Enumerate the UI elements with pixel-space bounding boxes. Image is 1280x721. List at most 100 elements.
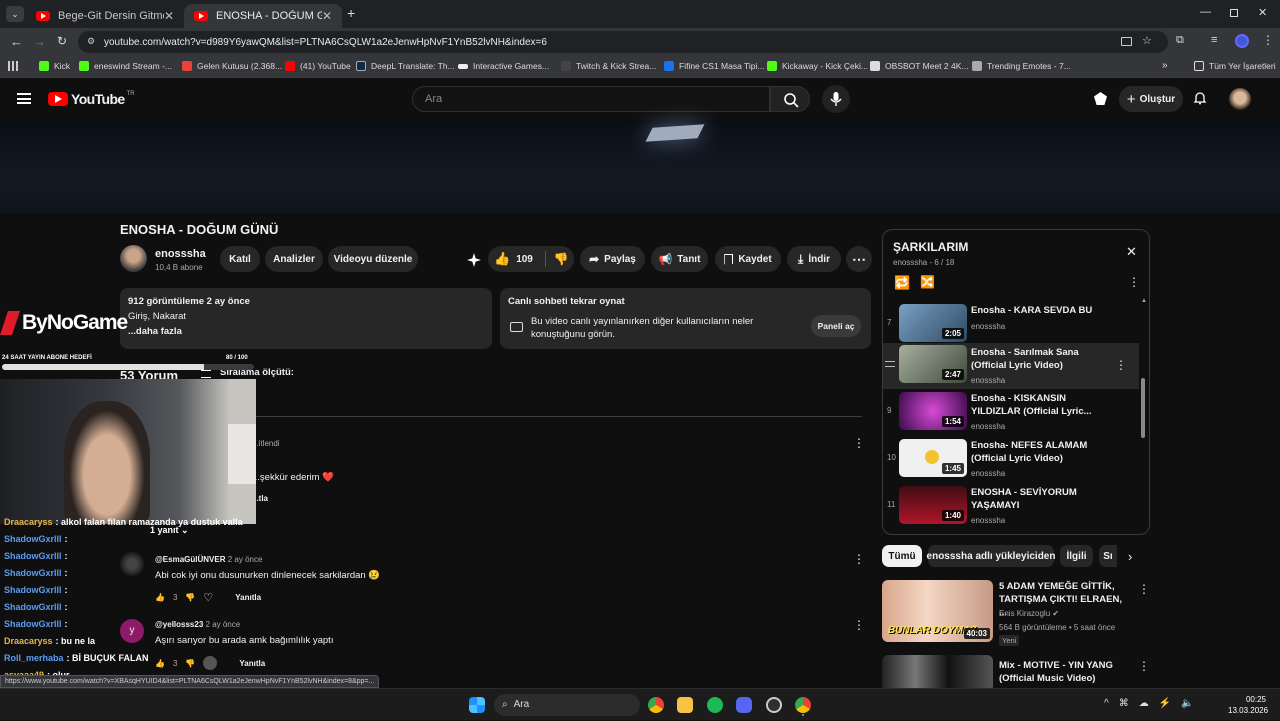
chip-from-uploader[interactable]: enosssha adlı yükleyiciden bbox=[927, 545, 1055, 567]
bookmark-item[interactable]: OBSBOT Meet 2 4K... bbox=[870, 61, 968, 71]
channel-name[interactable]: enosssha bbox=[155, 248, 206, 260]
reload-icon[interactable]: ↻ bbox=[57, 34, 67, 48]
playlist-item[interactable]: 7 2:05 Enosha - KARA SEVDA BU enosssha bbox=[883, 302, 1139, 348]
download-button[interactable]: ⤓ İndir bbox=[787, 246, 841, 272]
browser-tab-active[interactable]: ENOSHA - DOĞUM GÜNÜ - Yo ✕ bbox=[184, 4, 342, 28]
chips-next-arrow-icon[interactable]: › bbox=[1128, 549, 1132, 564]
shuffle-icon[interactable]: 🔀 bbox=[920, 275, 935, 289]
playlist-scrollbar[interactable]: ▲ bbox=[1141, 298, 1147, 530]
hamburger-menu-icon[interactable] bbox=[17, 93, 31, 104]
chrome-icon[interactable] bbox=[648, 697, 664, 713]
share-button[interactable]: ➦ Paylaş bbox=[580, 246, 645, 272]
description-box[interactable]: 912 görüntüleme 2 ay önce Giriş, Nakarat… bbox=[120, 288, 492, 349]
bookmark-item[interactable]: DeepL Translate: Th... bbox=[356, 61, 455, 71]
chip-partial[interactable]: Sı bbox=[1099, 545, 1117, 567]
close-window-icon[interactable]: ✕ bbox=[1258, 6, 1267, 19]
account-avatar[interactable] bbox=[1229, 88, 1251, 110]
spotify-icon[interactable] bbox=[707, 697, 723, 713]
search-input[interactable]: Ara bbox=[412, 86, 770, 112]
close-tab-icon[interactable]: ✕ bbox=[322, 9, 332, 23]
all-bookmarks-folder[interactable]: Tüm Yer İşaretleri bbox=[1194, 61, 1276, 71]
sparkle-icon[interactable] bbox=[467, 253, 481, 267]
back-icon[interactable]: ← bbox=[10, 34, 23, 49]
rec-menu-icon[interactable]: ⋮ bbox=[1138, 659, 1150, 673]
bookmark-item[interactable]: Interactive Games... bbox=[458, 61, 549, 71]
minimize-icon[interactable]: — bbox=[1200, 6, 1211, 18]
playlist-item-current[interactable]: 2:47 Enosha - Sarılmak Sana (Official Ly… bbox=[883, 343, 1139, 389]
recommendation-item[interactable]: Mix - MOTIVE - YIN YANG (Official Music … bbox=[882, 655, 1152, 688]
studio-icon[interactable] bbox=[1094, 92, 1107, 105]
like-button[interactable]: 👍 109 bbox=[488, 251, 533, 267]
channel-avatar[interactable] bbox=[120, 245, 147, 272]
address-bar[interactable]: ⚙ youtube.com/watch?v=d989Y6yawQM&list=P… bbox=[78, 31, 1168, 53]
video-thumbnail: 1:45 bbox=[899, 439, 967, 477]
bookmark-item[interactable]: Trending Emotes - 7... bbox=[972, 61, 1071, 71]
clock[interactable]: 00:25 13.03.2026 bbox=[1228, 694, 1268, 716]
save-button[interactable]: Kaydet bbox=[715, 246, 781, 272]
promote-button[interactable]: 📢 Tanıt bbox=[651, 246, 708, 272]
playlist-menu-icon[interactable]: ⋮ bbox=[1128, 275, 1140, 289]
install-app-icon[interactable] bbox=[1121, 37, 1132, 46]
join-button[interactable]: Katıl bbox=[220, 246, 260, 272]
more-bookmarks-icon[interactable]: » bbox=[1162, 60, 1168, 71]
loop-icon[interactable]: 🔁 bbox=[894, 275, 910, 291]
scroll-thumb[interactable] bbox=[1141, 378, 1145, 438]
new-tab-icon[interactable]: + bbox=[347, 5, 355, 21]
create-button[interactable]: + Oluştur bbox=[1119, 86, 1183, 112]
playlist-item[interactable]: 9 1:54 Enosha - KISKANSIN YILDIZLAR (Off… bbox=[883, 390, 1139, 436]
taskbar-search[interactable]: ⌕ Ara bbox=[494, 694, 640, 716]
video-player[interactable] bbox=[0, 120, 1280, 213]
open-panel-button[interactable]: Paneli aç bbox=[811, 315, 861, 337]
voice-search-button[interactable] bbox=[822, 85, 850, 113]
edit-video-button[interactable]: Videoyu düzenle bbox=[328, 246, 418, 272]
chrome-active-icon[interactable] bbox=[795, 697, 811, 713]
apps-grid-icon[interactable] bbox=[8, 61, 18, 71]
more-actions-button[interactable]: ⋯ bbox=[846, 246, 872, 272]
scroll-up-arrow[interactable]: ▲ bbox=[1141, 298, 1147, 304]
bookmark-item[interactable]: Fifine CS1 Masa Tipi... bbox=[664, 61, 765, 71]
discord-icon[interactable] bbox=[736, 697, 752, 713]
bookmark-item[interactable]: Twitch & Kick Strea... bbox=[561, 61, 656, 71]
comment-menu-icon[interactable]: ⋮ bbox=[853, 436, 865, 450]
bookmark-item[interactable]: Kick bbox=[39, 61, 70, 71]
extensions-icon[interactable]: ⧉ bbox=[1176, 34, 1184, 47]
show-more-link[interactable]: ...daha fazla bbox=[128, 326, 484, 337]
channel-name[interactable]: Enis Kirazoglu bbox=[999, 609, 1050, 618]
obs-icon[interactable] bbox=[766, 697, 782, 713]
chip-related[interactable]: İlgili bbox=[1060, 545, 1093, 567]
forward-icon[interactable]: → bbox=[33, 34, 46, 49]
close-tab-icon[interactable]: ✕ bbox=[164, 9, 174, 23]
dislike-button[interactable]: 👎 bbox=[554, 252, 569, 266]
bookmark-item[interactable]: Kickaway - Kick Çeki... bbox=[767, 61, 868, 71]
media-icon[interactable]: ≡ bbox=[1211, 34, 1217, 46]
playlist-title[interactable]: ŞARKILARIM bbox=[893, 240, 968, 254]
comment-menu-icon[interactable]: ⋮ bbox=[853, 618, 865, 632]
rec-menu-icon[interactable]: ⋮ bbox=[1138, 582, 1150, 596]
bookmark-star-icon[interactable]: ☆ bbox=[1142, 34, 1152, 47]
browser-menu-icon[interactable]: ⋮ bbox=[1262, 33, 1274, 47]
drag-handle-icon[interactable] bbox=[885, 361, 895, 367]
browser-tab[interactable]: Bege-Git Dersin Gitmem(prod k ✕ bbox=[26, 4, 184, 28]
site-info-icon[interactable]: ⚙ bbox=[87, 36, 95, 47]
bookmark-item[interactable]: eneswind Stream -... bbox=[79, 61, 172, 71]
comment-menu-icon[interactable]: ⋮ bbox=[853, 552, 865, 566]
playlist-item[interactable]: 10 1:45 Enosha- NEFES ALAMAM (Official L… bbox=[883, 437, 1139, 483]
playlist-item[interactable]: 11 1:40 ENOSHA - SEVİYORUM YAŞAMAYI enos… bbox=[883, 484, 1139, 530]
notifications-bell-icon[interactable] bbox=[1193, 91, 1207, 105]
analytics-button[interactable]: Analizler bbox=[265, 246, 323, 272]
close-playlist-icon[interactable]: ✕ bbox=[1126, 244, 1137, 260]
item-menu-icon[interactable]: ⋮ bbox=[1115, 358, 1127, 372]
tray-icons[interactable]: ^⌘☁⚡🔈 bbox=[1104, 698, 1204, 709]
tab-list-chevron-icon[interactable]: ⌄ bbox=[6, 6, 24, 22]
youtube-logo[interactable]: YouTube TR bbox=[48, 91, 135, 107]
search-button[interactable] bbox=[770, 86, 810, 112]
bookmark-item[interactable]: (41) YouTube bbox=[285, 61, 351, 71]
chip-all[interactable]: Tümü bbox=[882, 545, 922, 567]
bookmark-item[interactable]: Gelen Kutusu (2.368... bbox=[182, 61, 282, 71]
restore-icon[interactable] bbox=[1230, 9, 1238, 17]
file-explorer-icon[interactable] bbox=[677, 697, 693, 713]
start-windows-icon[interactable] bbox=[469, 697, 485, 713]
recommendation-item[interactable]: BUNLAR DOYMAZ 40:03 5 ADAM YEMEĞE GİTTİK… bbox=[882, 580, 1152, 646]
profile-avatar[interactable] bbox=[1235, 34, 1249, 48]
bookmark-label: DeepL Translate: Th... bbox=[371, 61, 455, 71]
